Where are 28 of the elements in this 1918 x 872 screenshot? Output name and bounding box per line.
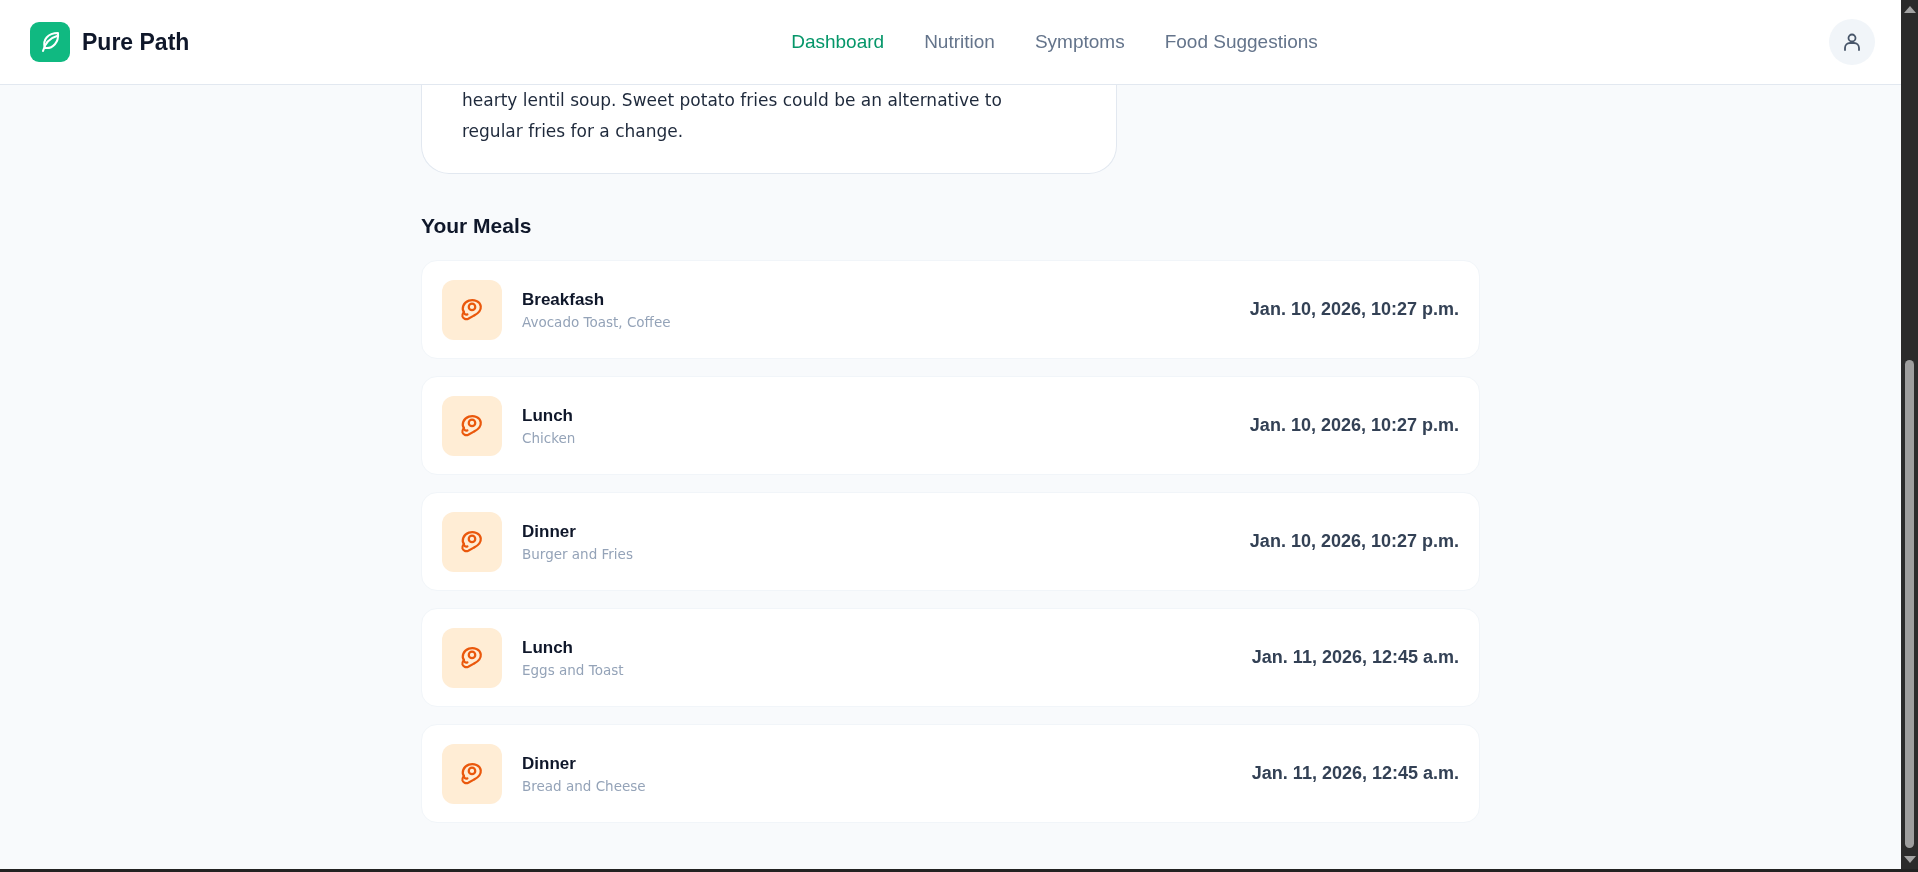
meal-time: Jan. 10, 2026, 10:27 p.m. xyxy=(1249,415,1459,436)
nav-link[interactable]: Food Suggestions xyxy=(1164,31,1318,53)
meal-name: Dinner xyxy=(522,753,577,774)
scrollbar-thumb[interactable] xyxy=(1905,360,1914,848)
meal-foods: Chicken xyxy=(522,429,577,446)
nav-link[interactable]: Nutrition xyxy=(924,31,995,53)
meal-name: Breakfash xyxy=(522,289,606,310)
scroll-down-arrow-icon[interactable] xyxy=(1903,856,1916,863)
nav-link[interactable]: Symptoms xyxy=(1034,31,1125,53)
meal-time: Jan. 11, 2026, 12:45 a.m. xyxy=(1251,763,1459,784)
nav-link[interactable]: Dashboard xyxy=(791,31,885,53)
scrollbar[interactable] xyxy=(1901,0,1918,869)
leaf-logo-icon xyxy=(30,22,70,62)
meal-foods: Eggs and Toast xyxy=(522,661,625,678)
app-name: Pure Path xyxy=(82,28,190,56)
meal-time: Jan. 10, 2026, 10:27 p.m. xyxy=(1249,531,1459,552)
meal-foods: Avocado Toast, Coffee xyxy=(522,313,672,330)
suggestion-text: hearty lentil soup. Sweet potato fries could be an alternative to regular fries for a change. xyxy=(462,89,1003,143)
meal-name: Lunch xyxy=(522,405,574,426)
meal-name: Lunch xyxy=(522,637,574,658)
meal-foods: Burger and Fries xyxy=(522,545,634,562)
meal-time: Jan. 10, 2026, 10:27 p.m. xyxy=(1249,299,1459,320)
meal-foods: Bread and Cheese xyxy=(522,777,647,794)
meal-name: Dinner xyxy=(522,521,577,542)
scroll-up-arrow-icon[interactable] xyxy=(1903,6,1916,13)
user-avatar-button[interactable] xyxy=(1829,19,1875,65)
meal-time: Jan. 11, 2026, 12:45 a.m. xyxy=(1251,647,1459,668)
section-heading: Your Meals xyxy=(421,214,533,238)
